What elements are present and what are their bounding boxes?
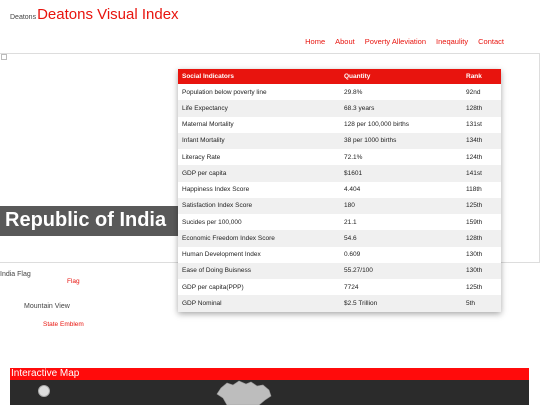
indicator-cell: Maternal Mortality [182,121,234,129]
rank-cell: 128th [462,100,501,117]
quantity-cell: 21.1 [344,218,357,226]
nav-poverty-link[interactable]: Poverty Alleviation [365,37,426,46]
broken-image-icon [1,54,7,60]
table-row: Satisfaction Index Score 180 125th [178,197,501,214]
logo-image-alt: Deatons [10,14,37,21]
column-header-indicator: Social Indicators [178,69,340,84]
indicator-cell: Ease of Doing Buisness [178,262,340,279]
rank-cell: 130th [466,251,483,259]
table-row: Maternal Mortality 128 per 100,000 births… [178,117,501,133]
table-header-row: Social Indicators Quantity Rank [178,69,501,84]
quantity-cell: 54.6 [340,230,462,247]
column-header-rank: Rank [462,69,501,84]
hero-title-bar: Republic of India [0,206,200,236]
indicator-cell: Literacy Rate [182,153,221,161]
rank-cell: 128th [462,230,501,247]
quantity-cell: 7724 [344,283,359,291]
column-header-quantity: Quantity [340,69,462,84]
map-header: Interactive Map [10,368,529,380]
interactive-map[interactable] [10,380,529,405]
table-row: Life Expectancy 68.3 years 128th [178,100,501,117]
table-row: Literacy Rate 72.1% 124th [178,149,501,165]
rank-cell: 141st [462,165,501,182]
quantity-cell: 29.8% [344,88,363,96]
indicator-cell: Sucides per 100,000 [182,218,242,226]
quantity-cell: 180 [340,197,462,214]
rank-cell: 130th [462,262,501,279]
table-row: Ease of Doing Buisness 55.27/100 130th [178,262,501,279]
main-nav: Home About Poverty Alleviation Ineqaulit… [295,37,504,46]
quantity-cell: $1601 [340,165,462,182]
rank-cell: 131st [466,121,482,129]
nav-contact-link[interactable]: Contact [478,37,504,46]
quantity-cell: 128 per 100,000 births [344,121,410,129]
table-row: GDP per capita(PPP) 7724 125th [178,279,501,295]
indicator-cell: GDP per capita(PPP) [182,283,244,291]
nav-about-link[interactable]: About [335,37,355,46]
rank-cell: 5th [462,295,501,312]
rank-cell: 159th [466,218,483,226]
indicator-cell: Infant Mortality [178,132,340,149]
nav-home-link[interactable]: Home [305,37,325,46]
emblem-caption: State Emblem [43,321,84,328]
indicator-cell: GDP per capita [178,165,340,182]
flag-image-alt: India Flag [0,271,31,278]
page-title: Republic of India [5,209,167,231]
site-logo[interactable]: Deatons Deatons Visual Index [10,6,179,23]
table-row: GDP per capita $1601 141st [178,165,501,182]
quantity-cell: 68.3 years [340,100,462,117]
indicator-cell: Population below poverty line [182,88,267,96]
rank-cell: 118th [466,186,482,194]
map-title: Interactive Map [11,368,80,379]
indicator-cell: Happiness Index Score [182,186,250,194]
table-row: Economic Freedom Index Score 54.6 128th [178,230,501,247]
quantity-cell: 72.1% [344,153,363,161]
table-row: Happiness Index Score 4.404 118th [178,182,501,198]
rank-cell: 134th [462,132,501,149]
flag-caption: Flag [67,278,80,285]
rank-cell: 125th [466,283,483,291]
table-row: Population below poverty line 29.8% 92nd [178,84,501,100]
indicator-cell: GDP Nominal [178,295,340,312]
rank-cell: 92nd [466,88,481,96]
indicators-table-body: Population below poverty line 29.8% 92nd Li… [178,84,501,312]
quantity-cell: $2.5 Trillion [340,295,462,312]
india-map-shape[interactable] [213,380,273,405]
table-row: GDP Nominal $2.5 Trillion 5th [178,295,501,312]
table-row: Sucides per 100,000 21.1 159th [178,214,501,230]
table-row: Human Development Index 0.609 130th [178,247,501,263]
rank-cell: 124th [466,153,483,161]
table-row: Infant Mortality 38 per 1000 births 134th [178,132,501,149]
quantity-cell: 38 per 1000 births [340,132,462,149]
indicators-table-card: Social Indicators Quantity Rank Populati… [178,69,501,312]
rank-cell: 125th [462,197,501,214]
indicator-cell: Economic Freedom Index Score [178,230,340,247]
quantity-cell: 55.27/100 [340,262,462,279]
indicator-cell: Satisfaction Index Score [178,197,340,214]
indicators-table: Social Indicators Quantity Rank Populati… [178,69,501,312]
indicator-cell: Human Development Index [182,251,261,259]
site-title[interactable]: Deatons Visual Index [37,6,178,23]
map-control-button[interactable] [38,385,50,397]
indicator-cell: Life Expectancy [178,100,340,117]
quantity-cell: 4.404 [344,186,361,194]
quantity-cell: 0.609 [344,251,361,259]
nav-inequality-link[interactable]: Ineqaulity [436,37,468,46]
emblem-image-alt: Mountain View [24,303,70,310]
